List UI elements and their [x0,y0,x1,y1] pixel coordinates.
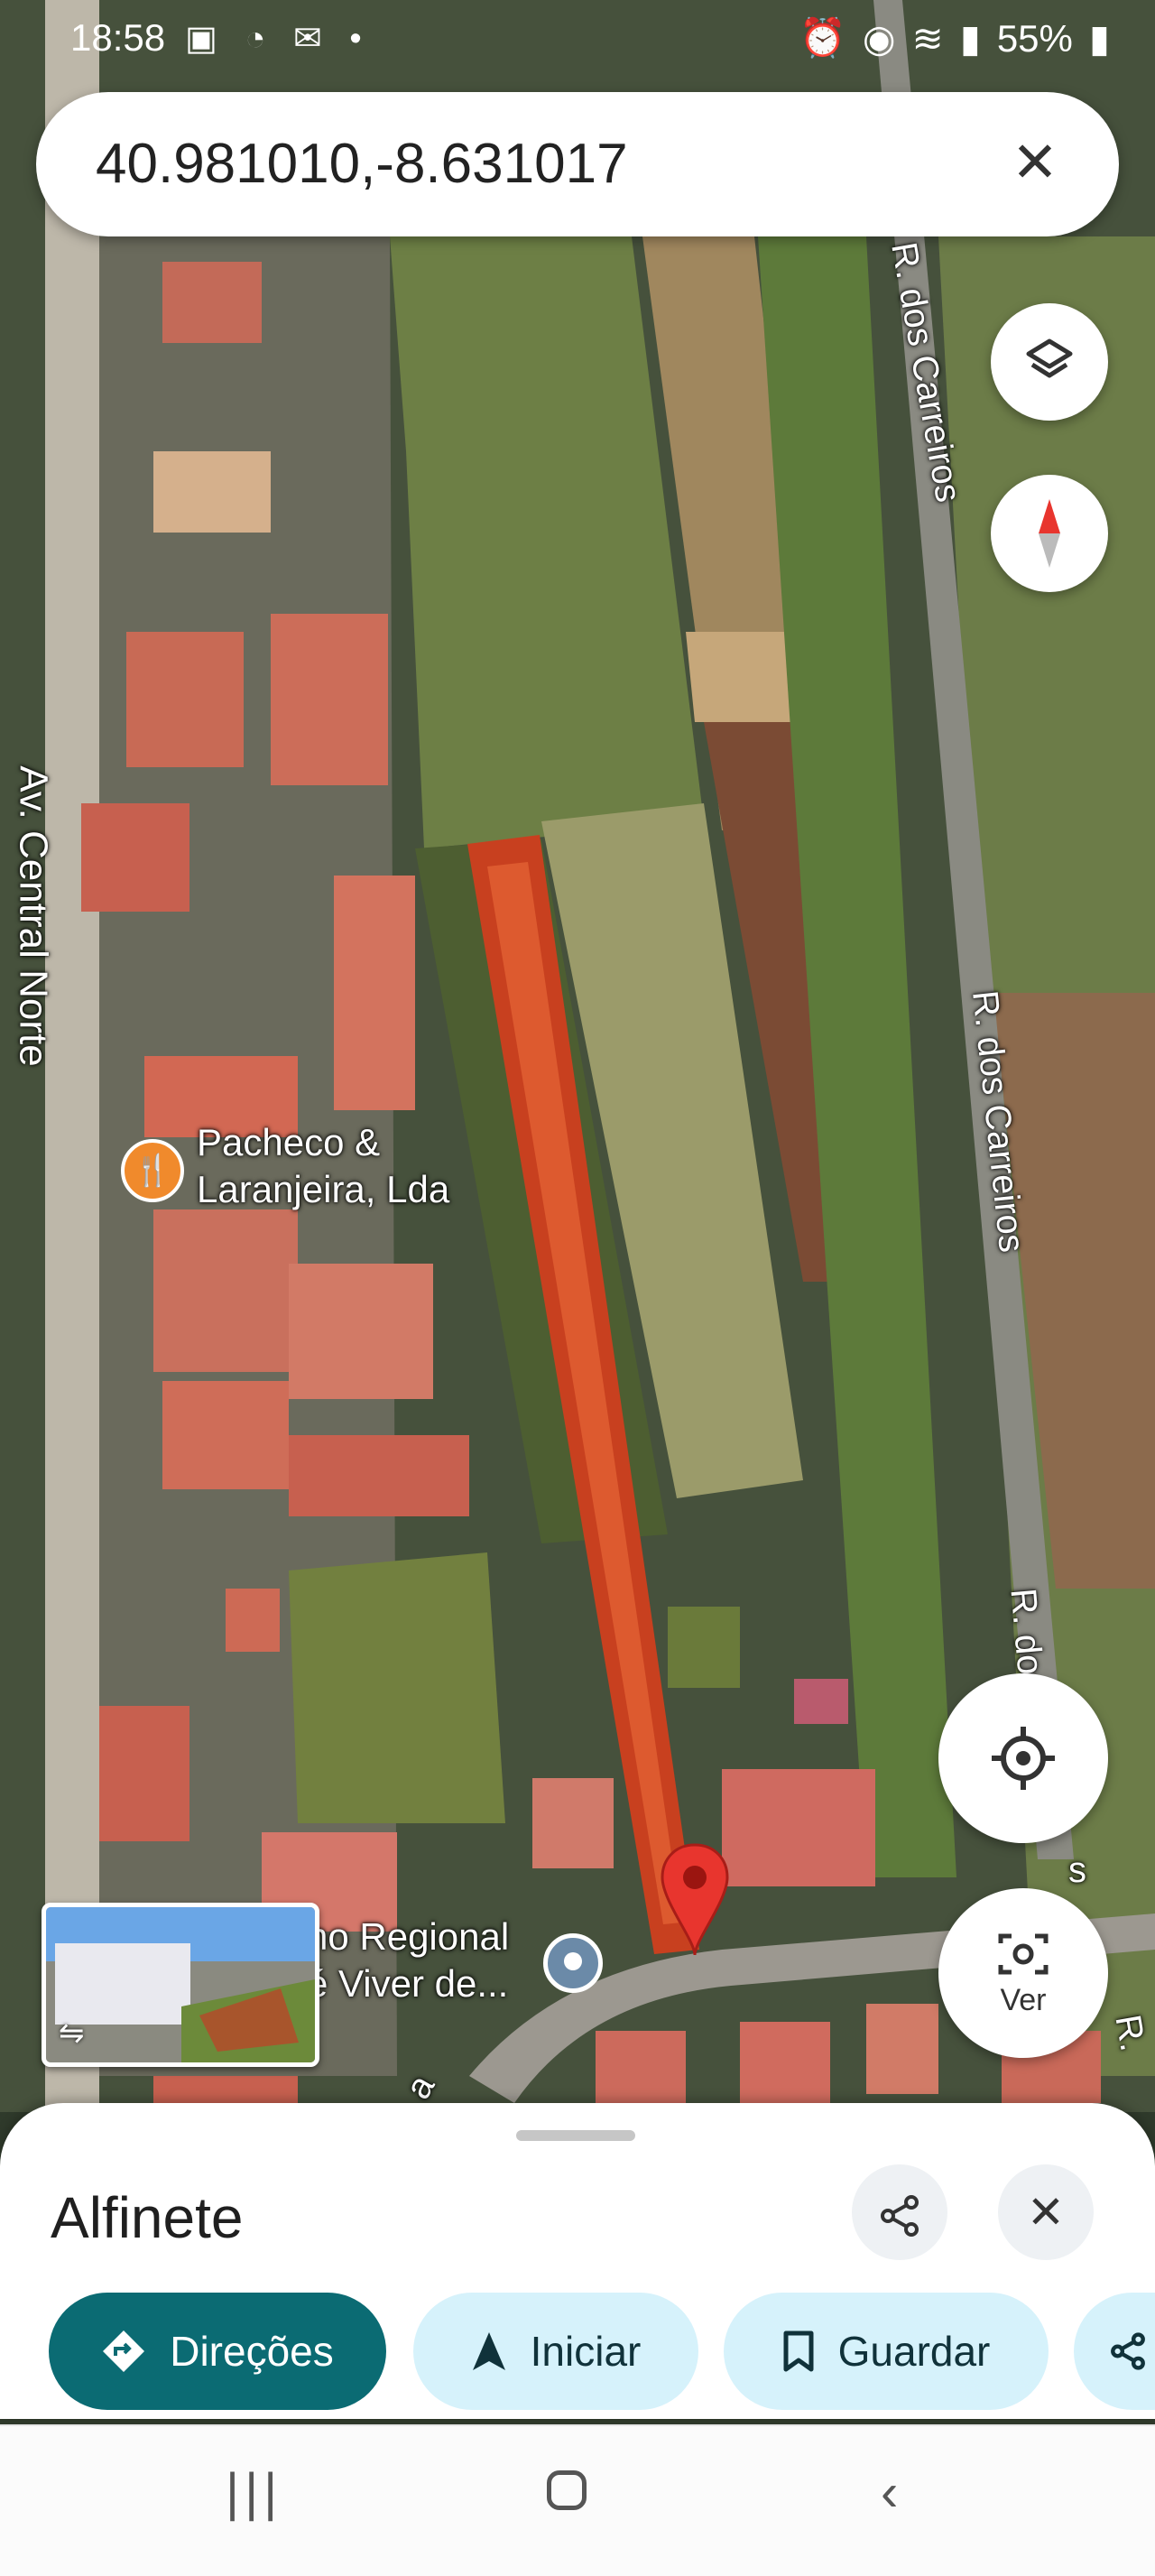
dropped-pin-icon[interactable] [657,1841,733,1959]
close-icon: ✕ [1027,2187,1065,2238]
search-query[interactable]: 40.981010,-8.631017 [96,132,628,196]
bookmark-icon [783,2330,814,2372]
start-label: Iniciar [530,2328,642,2375]
street-label-corner: R. [1107,2011,1153,2054]
lens-label: Ver [1000,1982,1047,2017]
street-view-thumbnail[interactable]: ⇋ [42,1903,319,2067]
poi-label-pacheco[interactable]: Pacheco & Laranjeira, Lda [197,1119,449,1213]
signal-icon: ▮ [959,17,981,60]
place-title: Alfinete [51,2185,244,2250]
poi-label-line2: Laranjeira, Lda [197,1168,450,1210]
battery-level: 55% [996,16,1073,60]
my-location-icon [992,1727,1055,1790]
street-label-r-dos-bottom-tail: s [1068,1850,1086,1890]
system-navigation-bar: ||| ‹ [0,2424,1155,2576]
poi-label-regional[interactable]: ho Regional é Viver de... [307,1913,509,2007]
lens-button[interactable]: Ver [938,1888,1108,2058]
home-icon [547,2470,587,2510]
directions-icon [103,2330,145,2372]
navigation-arrow-icon [472,2332,505,2370]
poi-label-line1: Pacheco & [197,1121,381,1163]
recent-apps-button[interactable]: ||| [226,2462,282,2523]
satellite-map[interactable]: 18:58 ▣ ◔ ✉ • ⏰ ◉ ≋ ▮ 55% ▮ 40.981010,-8… [0,0,1155,2112]
my-location-button[interactable] [938,1673,1108,1843]
layers-icon [1026,338,1073,378]
home-button[interactable] [547,2462,587,2523]
street-view-preview [46,1907,315,2062]
lens-icon [998,1933,1049,1974]
fork-knife-icon: 🍴 [133,1154,172,1188]
wifi-icon: ≋ [911,17,944,60]
close-icon[interactable]: ✕ [991,119,1079,208]
share-icon [881,2194,919,2237]
share-button[interactable] [852,2164,947,2260]
street-label-av-central-norte: Av. Central Norte [11,765,56,1067]
compass-icon [1039,499,1060,568]
back-icon: ‹ [881,2463,899,2522]
drag-handle[interactable] [516,2130,635,2141]
directions-label: Direções [170,2328,334,2375]
search-bar[interactable]: 40.981010,-8.631017 ✕ [36,92,1119,236]
start-button[interactable]: Iniciar [413,2293,698,2410]
compass-button[interactable] [991,475,1108,592]
close-sheet-button[interactable]: ✕ [998,2164,1094,2260]
status-bar: 18:58 ▣ ◔ ✉ • ⏰ ◉ ≋ ▮ 55% ▮ [0,0,1155,78]
directions-button[interactable]: Direções [49,2293,386,2410]
notification-icons: ▣ ◔ ✉ • [185,20,371,58]
street-view-icon: ⇋ [59,2016,85,2051]
alarm-icon: ⏰ [799,16,846,59]
location-status-icon: ◉ [862,17,896,60]
clock: 18:58 [70,16,166,59]
poi-label-line1: ho Regional [307,1915,510,1958]
battery-icon: ▮ [1088,17,1110,60]
save-button[interactable]: Guardar [724,2293,1049,2410]
poi-marker-restaurant[interactable]: 🍴 [121,1139,184,1202]
save-label: Guardar [837,2328,991,2375]
share-icon [1111,2332,1145,2370]
poi-marker-generic[interactable] [543,1933,603,1993]
layers-button[interactable] [991,303,1108,421]
poi-label-line2: é Viver de... [307,1962,509,2005]
place-dot-icon [564,1952,582,1970]
status-icons: ⏰ ◉ ≋ ▮ 55% ▮ [799,16,1110,60]
back-button[interactable]: ‹ [881,2462,898,2523]
